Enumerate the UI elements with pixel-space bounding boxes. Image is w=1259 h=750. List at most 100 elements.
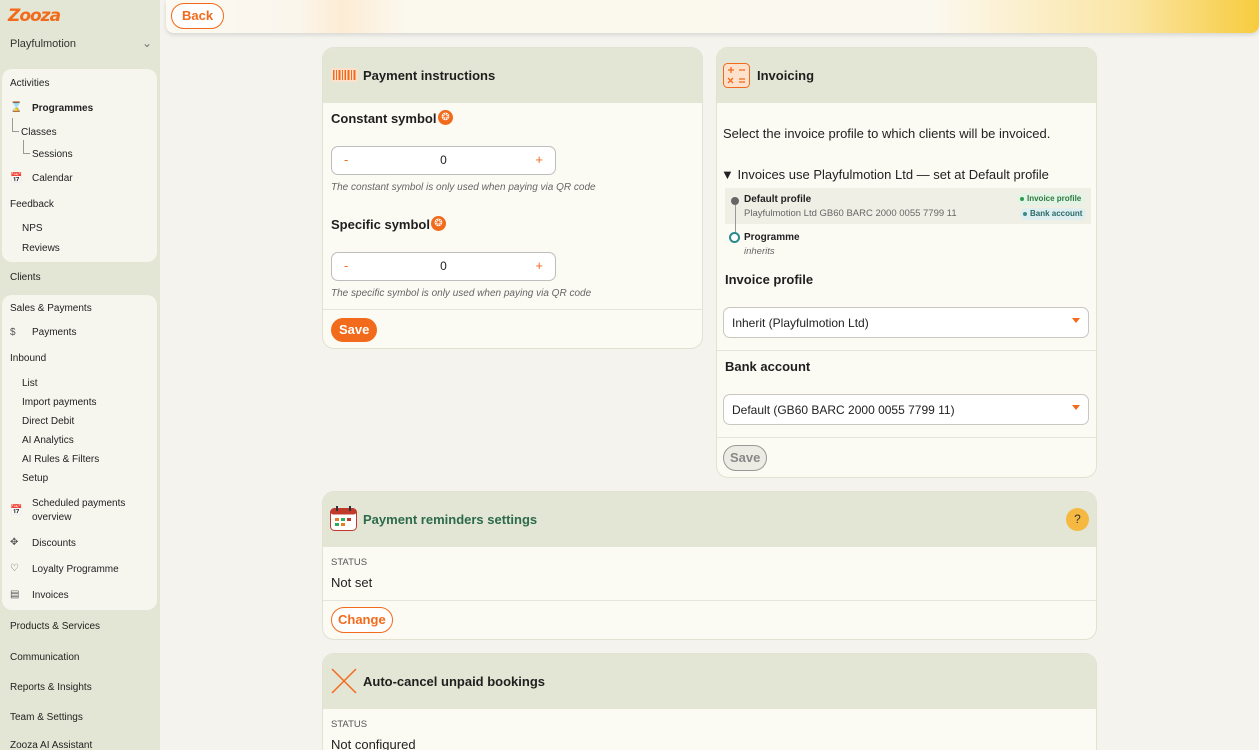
card-header: Payment reminders settings ? — [323, 492, 1096, 547]
programme-label: Programme — [744, 232, 800, 243]
card-header: Auto-cancel unpaid bookings — [323, 654, 1096, 709]
sidebar-item-calendar[interactable]: Calendar — [32, 173, 73, 184]
invoice-source-summary[interactable]: ▼ Invoices use Playfulmotion Ltd — set a… — [721, 167, 1049, 182]
constant-symbol-stepper[interactable]: - 0 + — [331, 146, 556, 175]
invoice-profile-label: Invoice profile — [725, 272, 814, 287]
sales-group — [2, 295, 157, 610]
chevron-down-icon: ⌄ — [141, 36, 152, 50]
sidebar-item-scheduled-payments[interactable]: Scheduled payments overview — [32, 498, 125, 523]
save-button[interactable]: Save — [723, 445, 768, 471]
sidebar-item-list[interactable]: List — [22, 378, 38, 389]
caret-down-icon — [1072, 318, 1080, 323]
status-label: STATUS — [331, 719, 368, 730]
sidebar-item-setup[interactable]: Setup — [22, 473, 48, 484]
caret-down-icon — [1072, 405, 1080, 410]
sidebar-item-ai-assistant[interactable]: Zooza AI Assistant — [10, 740, 92, 750]
hourglass-icon: ⌛ — [10, 102, 23, 113]
timeline-dot — [729, 232, 740, 243]
card-title: Invoicing — [757, 68, 815, 83]
increment-button[interactable]: + — [535, 258, 543, 273]
selected-value: Inherit (Playfulmotion Ltd) — [732, 316, 869, 330]
invoice-profile-badge: Invoice profile — [1017, 193, 1086, 205]
sidebar-item-products-services[interactable]: Products & Services — [10, 621, 100, 632]
divider — [323, 309, 702, 310]
divider — [717, 350, 1096, 351]
tag-icon: ✥ — [10, 537, 19, 548]
sidebar-item-payments[interactable]: Payments — [32, 327, 76, 338]
invoicing-description: Select the invoice profile to which clie… — [723, 126, 1051, 141]
invoice-profile-select[interactable]: Inherit (Playfulmotion Ltd) — [723, 307, 1089, 338]
sidebar-item-direct-debit[interactable]: Direct Debit — [22, 416, 74, 427]
default-profile-detail: Playfulmotion Ltd GB60 BARC 2000 0055 77… — [744, 208, 957, 219]
sidebar-item-feedback[interactable]: Feedback — [10, 199, 54, 210]
invoicing-card: Invoicing Select the invoice profile to … — [716, 47, 1097, 478]
sidebar-heading-activities[interactable]: Activities — [10, 78, 49, 89]
payment-instructions-card: Payment instructions Constant symbol ❂ -… — [322, 47, 703, 349]
bank-account-badge: Bank account — [1020, 208, 1087, 220]
currency-icon: $ — [10, 327, 16, 338]
bank-account-select[interactable]: Default (GB60 BARC 2000 0055 7799 11) — [723, 394, 1089, 425]
sidebar-item-label: Scheduled payments — [32, 498, 126, 509]
card-header: Invoicing — [717, 48, 1096, 103]
specific-symbol-value[interactable]: 0 — [332, 259, 555, 273]
receipt-icon: ▤ — [10, 589, 20, 600]
info-icon[interactable]: ❂ — [438, 110, 453, 125]
sidebar-item-communication[interactable]: Communication — [10, 652, 79, 663]
sidebar-item-reviews[interactable]: Reviews — [22, 243, 60, 254]
sidebar-item-invoices[interactable]: Invoices — [32, 590, 69, 601]
bank-account-label: Bank account — [725, 359, 811, 374]
sidebar-item-team-settings[interactable]: Team & Settings — [10, 712, 83, 723]
sidebar: Zooza Playfulmotion ⌄ Activities ⌛ Progr… — [0, 0, 160, 750]
selected-value: Default (GB60 BARC 2000 0055 7799 11) — [732, 403, 955, 417]
sidebar-item-discounts[interactable]: Discounts — [32, 538, 76, 549]
sidebar-item-nps[interactable]: NPS — [22, 223, 43, 234]
sidebar-item-ai-analytics[interactable]: AI Analytics — [22, 435, 74, 446]
calendar-clock-icon: 📅 — [10, 505, 23, 516]
info-icon[interactable]: ❂ — [431, 216, 446, 231]
sidebar-item-clients[interactable]: Clients — [10, 272, 41, 283]
change-button[interactable]: Change — [331, 607, 393, 633]
constant-symbol-label: Constant symbol — [331, 111, 437, 126]
sidebar-item-import-payments[interactable]: Import payments — [22, 397, 96, 408]
sidebar-heading-sales[interactable]: Sales & Payments — [10, 303, 92, 314]
zooza-logo[interactable]: Zooza — [8, 6, 61, 26]
sidebar-item-programmes[interactable]: Programmes — [32, 103, 93, 114]
tree-connector — [12, 118, 19, 132]
constant-symbol-hint: The constant symbol is only used when pa… — [331, 182, 596, 193]
status-value: Not set — [331, 575, 373, 590]
card-header: Payment instructions — [323, 48, 702, 103]
barcode-icon — [331, 68, 358, 82]
specific-symbol-label: Specific symbol — [331, 217, 430, 232]
card-title: Payment instructions — [363, 68, 496, 83]
auto-cancel-card: Auto-cancel unpaid bookings STATUS Not c… — [322, 653, 1097, 750]
calendar-icon — [330, 506, 357, 531]
card-title: Payment reminders settings — [363, 512, 538, 527]
tree-connector — [23, 140, 30, 154]
programme-detail: inherits — [744, 246, 775, 257]
help-icon[interactable]: ? — [1066, 508, 1089, 531]
cancel-icon — [331, 668, 357, 694]
org-name: Playfulmotion — [10, 38, 77, 50]
sidebar-item-inbound[interactable]: Inbound — [10, 353, 46, 364]
sidebar-item-reports[interactable]: Reports & Insights — [10, 682, 92, 693]
default-profile-label: Default profile — [744, 194, 812, 205]
calendar-icon: 📅 — [10, 173, 23, 184]
increment-button[interactable]: + — [535, 152, 543, 167]
divider — [323, 600, 1096, 601]
payment-reminders-card: Payment reminders settings ? STATUS Not … — [322, 491, 1097, 640]
status-label: STATUS — [331, 557, 368, 568]
calculator-icon — [723, 63, 750, 88]
sidebar-item-classes[interactable]: Classes — [21, 127, 57, 138]
sidebar-item-loyalty[interactable]: Loyalty Programme — [32, 564, 119, 575]
heart-icon: ♡ — [10, 563, 19, 574]
constant-symbol-value[interactable]: 0 — [332, 153, 555, 167]
specific-symbol-stepper[interactable]: - 0 + — [331, 252, 556, 281]
top-bar: Back — [166, 0, 1259, 33]
save-button[interactable]: Save — [331, 318, 378, 342]
sidebar-item-sessions[interactable]: Sessions — [32, 149, 73, 160]
organization-selector[interactable]: Playfulmotion ⌄ — [10, 36, 152, 50]
back-button[interactable]: Back — [171, 3, 225, 29]
divider — [717, 437, 1096, 438]
sidebar-item-ai-rules[interactable]: AI Rules & Filters — [22, 454, 99, 465]
timeline-line — [734, 205, 736, 234]
